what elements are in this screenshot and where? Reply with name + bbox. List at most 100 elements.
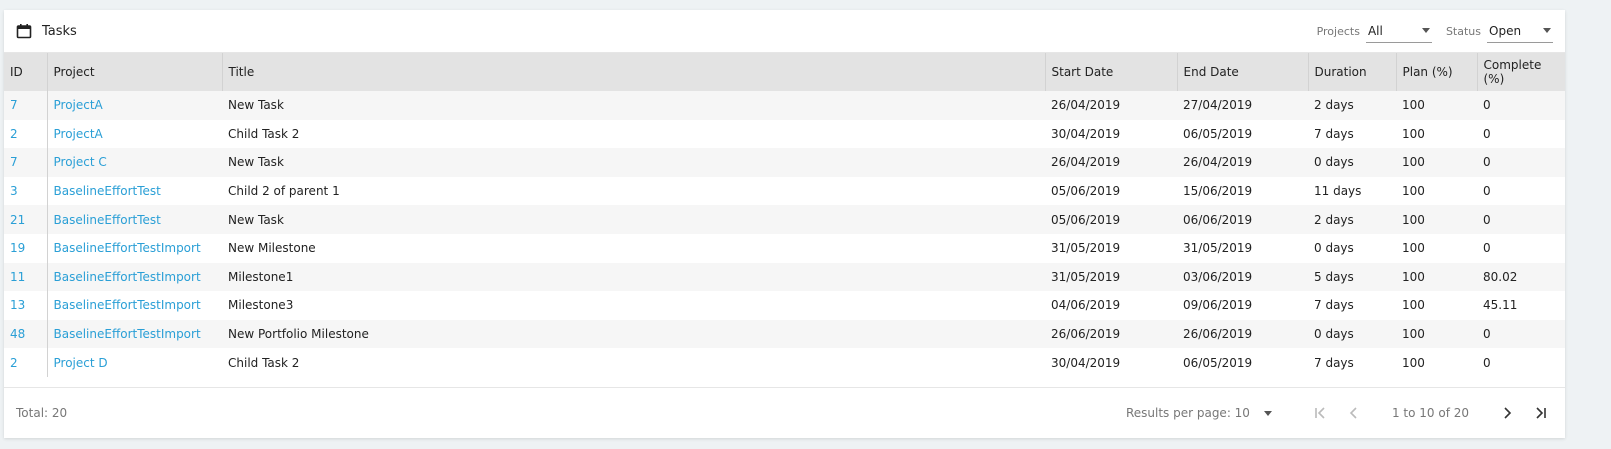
- duration-cell: 0 days: [1314, 155, 1354, 170]
- complete-cell: 0: [1483, 184, 1491, 199]
- column-header-complete[interactable]: Complete (%): [1477, 53, 1565, 91]
- start-date-cell: 04/06/2019: [1051, 298, 1121, 313]
- status-select[interactable]: Open: [1487, 20, 1553, 43]
- id-cell[interactable]: 48: [4, 319, 48, 349]
- column-header-title[interactable]: Title: [222, 53, 1046, 91]
- table-row[interactable]: 3 BaselineEffortTest Child 2 of parent 1 05…: [4, 176, 1565, 206]
- column-header-plan[interactable]: Plan (%): [1396, 53, 1478, 91]
- id-cell[interactable]: 11: [4, 262, 48, 292]
- table-row[interactable]: 7 Project C New Task 26/04/2019 26/04/2019 0 …: [4, 148, 1565, 177]
- calendar-icon: [16, 24, 32, 39]
- id-cell[interactable]: 2: [4, 348, 48, 377]
- complete-cell: 0: [1483, 355, 1491, 370]
- page-range: 1 to 10 of 20: [1391, 406, 1469, 420]
- duration-cell: 7 days: [1314, 126, 1354, 141]
- status-select-value: Open: [1489, 23, 1522, 38]
- project-cell[interactable]: ProjectA: [47, 120, 222, 149]
- table-header-row: ID Project Title Start Date End Date Dur…: [4, 53, 1565, 91]
- title-cell: New Task: [228, 155, 284, 170]
- table-row[interactable]: 11 BaselineEffortTestImport Milestone1 31/0…: [4, 262, 1565, 292]
- column-header-end-date[interactable]: End Date: [1177, 53, 1309, 91]
- last-page-icon[interactable]: [1529, 401, 1553, 425]
- project-cell[interactable]: Project D: [47, 348, 222, 377]
- project-cell[interactable]: BaselineEffortTestImport: [47, 263, 222, 292]
- table-row[interactable]: 48 BaselineEffortTestImport New Portfolio …: [4, 319, 1565, 349]
- table-row[interactable]: 7 ProjectA New Task 26/04/2019 27/04/2019 2 d…: [4, 91, 1565, 120]
- title-cell: New Milestone: [228, 241, 316, 256]
- end-date-cell: 06/06/2019: [1183, 212, 1253, 227]
- title-cell: Child 2 of parent 1: [228, 184, 340, 199]
- complete-cell: 0: [1483, 241, 1491, 256]
- project-cell[interactable]: BaselineEffortTestImport: [47, 234, 222, 263]
- column-header-project[interactable]: Project: [47, 53, 223, 91]
- complete-cell: 0: [1483, 155, 1491, 170]
- first-page-icon[interactable]: [1308, 401, 1332, 425]
- projects-select-value: All: [1367, 23, 1383, 38]
- complete-cell: 45.11: [1483, 298, 1518, 313]
- duration-cell: 2 days: [1314, 98, 1354, 113]
- chevron-down-icon[interactable]: [1263, 410, 1272, 416]
- title-cell: Child Task 2: [228, 126, 300, 141]
- duration-cell: 5 days: [1314, 269, 1354, 284]
- table-row[interactable]: 2 ProjectA Child Task 2 30/04/2019 06/05/201…: [4, 119, 1565, 149]
- title-cell: New Task: [228, 98, 284, 113]
- start-date-cell: 31/05/2019: [1051, 269, 1121, 284]
- complete-cell: 80.02: [1483, 269, 1518, 284]
- next-page-icon[interactable]: [1495, 401, 1519, 425]
- title-cell: New Task: [228, 212, 284, 227]
- id-cell[interactable]: 7: [4, 91, 48, 120]
- results-per-page-label: Results per page: 10: [1125, 406, 1250, 420]
- start-date-cell: 05/06/2019: [1051, 212, 1121, 227]
- table-body: 7 ProjectA New Task 26/04/2019 27/04/2019 2 d…: [4, 91, 1565, 377]
- table-row[interactable]: 21 BaselineEffortTest New Task 05/06/2019 06…: [4, 205, 1565, 234]
- tasks-table: ID Project Title Start Date End Date Dur…: [4, 53, 1565, 377]
- complete-cell: 0: [1483, 126, 1491, 141]
- plan-cell: 100: [1402, 155, 1425, 170]
- start-date-cell: 30/04/2019: [1051, 355, 1121, 370]
- chevron-down-icon: [1421, 28, 1430, 33]
- end-date-cell: 31/05/2019: [1183, 241, 1253, 256]
- column-header-start-date[interactable]: Start Date: [1045, 53, 1178, 91]
- column-header-id[interactable]: ID: [4, 53, 48, 91]
- start-date-cell: 31/05/2019: [1051, 241, 1121, 256]
- duration-cell: 2 days: [1314, 212, 1354, 227]
- results-per-page[interactable]: Results per page: 10: [1126, 406, 1272, 420]
- card-header: Tasks Projects All Status Open: [4, 10, 1565, 53]
- filters: Projects All Status Open: [1317, 20, 1553, 43]
- table-row[interactable]: 19 BaselineEffortTestImport New Milestone 3…: [4, 233, 1565, 263]
- id-cell[interactable]: 21: [4, 205, 48, 234]
- project-cell[interactable]: BaselineEffortTestImport: [47, 291, 222, 320]
- id-cell[interactable]: 2: [4, 119, 48, 149]
- title-cell: Child Task 2: [228, 355, 300, 370]
- prev-page-icon[interactable]: [1342, 401, 1366, 425]
- table-row[interactable]: 2 Project D Child Task 2 30/04/2019 06/05/20…: [4, 348, 1565, 377]
- plan-cell: 100: [1402, 126, 1425, 141]
- end-date-cell: 26/04/2019: [1183, 155, 1253, 170]
- projects-filter-label: Projects: [1316, 24, 1360, 38]
- id-cell[interactable]: 3: [4, 176, 48, 206]
- start-date-cell: 26/06/2019: [1051, 327, 1121, 342]
- project-cell[interactable]: BaselineEffortTestImport: [47, 320, 222, 349]
- id-cell[interactable]: 7: [4, 148, 48, 177]
- status-filter-label: Status: [1445, 24, 1481, 38]
- plan-cell: 100: [1402, 241, 1425, 256]
- start-date-cell: 26/04/2019: [1051, 155, 1121, 170]
- pagination: 1 to 10 of 20: [1308, 401, 1553, 425]
- id-cell[interactable]: 19: [4, 233, 48, 263]
- project-cell[interactable]: BaselineEffortTest: [47, 205, 222, 234]
- page-title: Tasks: [42, 23, 77, 39]
- duration-cell: 11 days: [1314, 184, 1362, 199]
- duration-cell: 7 days: [1314, 355, 1354, 370]
- project-cell[interactable]: BaselineEffortTest: [47, 177, 222, 206]
- plan-cell: 100: [1402, 355, 1425, 370]
- complete-cell: 0: [1483, 212, 1491, 227]
- id-cell[interactable]: 13: [4, 291, 48, 320]
- table-row[interactable]: 13 BaselineEffortTestImport Milestone3 04/0…: [4, 291, 1565, 320]
- column-header-duration[interactable]: Duration: [1308, 53, 1397, 91]
- end-date-cell: 06/05/2019: [1183, 126, 1253, 141]
- projects-select[interactable]: All: [1365, 20, 1432, 43]
- duration-cell: 0 days: [1314, 327, 1354, 342]
- project-cell[interactable]: Project C: [47, 148, 222, 177]
- plan-cell: 100: [1402, 327, 1425, 342]
- project-cell[interactable]: ProjectA: [47, 91, 222, 120]
